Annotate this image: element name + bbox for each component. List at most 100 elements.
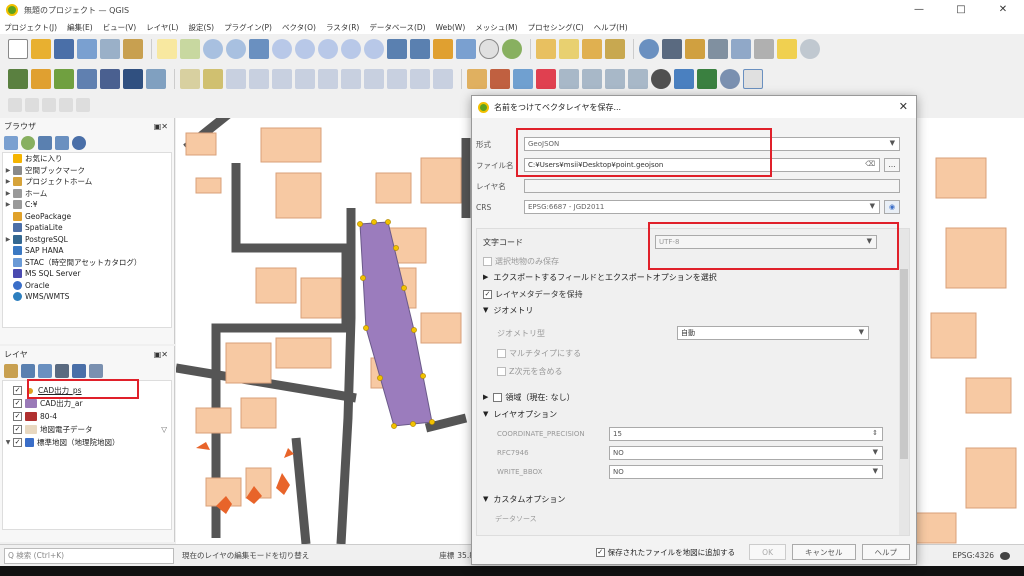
zoom-selection-icon[interactable] — [272, 39, 292, 59]
multitype-checkbox[interactable] — [497, 348, 506, 358]
move-label-icon[interactable] — [536, 69, 556, 89]
annotation-icon[interactable] — [754, 39, 774, 59]
browser-item[interactable]: Oracle — [3, 280, 171, 292]
include-z-checkbox[interactable] — [497, 366, 506, 376]
metasearch-icon[interactable] — [720, 69, 740, 89]
options-scroll-area[interactable]: 文字コード UTF-8 ▼ 選択地物のみ保存 ▶ エクスポートするフィールドとエ… — [476, 228, 910, 536]
measure-icon[interactable] — [731, 39, 751, 59]
dialog-close-button[interactable]: ✕ — [899, 100, 908, 113]
layer-item-map-data[interactable]: ✓ 地図電子データ ▽ — [3, 423, 171, 436]
select-features-icon[interactable] — [559, 39, 579, 59]
browser-item[interactable]: ▶ PostgreSQL — [3, 234, 171, 246]
options-scrollbar[interactable] — [899, 229, 909, 535]
browser-item[interactable]: ▶ 空間ブックマーク — [3, 165, 171, 177]
identify-icon[interactable] — [536, 39, 556, 59]
zoom-next-icon[interactable] — [364, 39, 384, 59]
layer-options-group[interactable]: ▼ レイヤオプション — [483, 406, 557, 422]
project-crs-button[interactable]: EPSG:4326 — [953, 551, 994, 560]
locate-icon[interactable] — [800, 39, 820, 59]
deselect-icon[interactable] — [605, 39, 625, 59]
tips-icon[interactable] — [777, 39, 797, 59]
geometry-group[interactable]: ▼ ジオメトリ — [483, 302, 533, 318]
browser-item[interactable]: WMS/WMTS — [3, 291, 171, 303]
new-spatialite-icon[interactable] — [77, 69, 97, 89]
bookmark-icon[interactable] — [433, 39, 453, 59]
menu-plugins[interactable]: プラグイン(P) — [224, 22, 272, 33]
pin-labels-icon[interactable] — [490, 69, 510, 89]
zoom-layer-icon[interactable] — [295, 39, 315, 59]
panel-float-close-icon[interactable]: ▣✕ — [154, 122, 168, 131]
change-label-icon[interactable] — [582, 69, 602, 89]
maximize-button[interactable]: □ — [940, 0, 982, 20]
diagram-icon[interactable] — [628, 69, 648, 89]
show-bookmarks-icon[interactable] — [456, 39, 476, 59]
layer-item-gsi-map[interactable]: ▼ ✓ 標準地図（地理院地図） — [3, 436, 171, 449]
zoom-full-icon[interactable] — [249, 39, 269, 59]
messages-icon[interactable] — [1000, 551, 1010, 560]
menu-project[interactable]: プロジェクト(J) — [4, 22, 57, 33]
new-virtual-layer-icon[interactable] — [123, 69, 143, 89]
new-geopackage-icon[interactable] — [31, 69, 51, 89]
browser-item[interactable]: ▶ ホーム — [3, 188, 171, 200]
zoom-last-icon[interactable] — [341, 39, 361, 59]
save-as-icon[interactable] — [77, 39, 97, 59]
menu-database[interactable]: データベース(D) — [369, 22, 425, 33]
cancel-button[interactable]: キャンセル — [792, 544, 856, 560]
crs-select[interactable]: EPSG:6687 - JGD2011 ▼ — [524, 200, 880, 214]
spin-arrows-icon[interactable]: ⇕ — [872, 429, 878, 437]
menu-settings[interactable]: 設定(S) — [188, 22, 214, 33]
new-temp-layer-icon[interactable] — [100, 69, 120, 89]
data-source-manager-icon[interactable] — [8, 69, 28, 89]
menu-web[interactable]: Web(W) — [436, 23, 466, 32]
label-tool-icon[interactable] — [467, 69, 487, 89]
new-3d-view-icon[interactable] — [410, 39, 430, 59]
help-button[interactable]: ヘルプ — [861, 544, 910, 560]
minimize-button[interactable]: — — [898, 0, 940, 20]
add-to-map-checkbox[interactable]: ✓ — [595, 547, 605, 557]
filter-legend-icon[interactable] — [55, 364, 69, 378]
keep-metadata-checkbox[interactable]: ✓ — [483, 289, 492, 299]
layer-visibility-checkbox[interactable]: ✓ — [13, 438, 22, 447]
layer-visibility-checkbox[interactable]: ✓ — [13, 412, 22, 421]
offset-curve-icon[interactable] — [25, 98, 39, 112]
cut-features-icon[interactable] — [341, 69, 361, 89]
menu-vector[interactable]: ベクタ(O) — [282, 22, 316, 33]
menu-mesh[interactable]: メッシュ(M) — [475, 22, 517, 33]
add-group-icon[interactable] — [21, 364, 35, 378]
plugin-icon[interactable] — [651, 69, 671, 89]
undo-icon[interactable] — [410, 69, 430, 89]
menu-view[interactable]: ビュー(V) — [103, 22, 136, 33]
zoom-in-icon[interactable] — [203, 39, 223, 59]
print-layout-icon[interactable] — [100, 39, 120, 59]
collapse-all-icon[interactable] — [55, 136, 69, 150]
layer-item-80-4[interactable]: ✓ 80-4 — [3, 410, 171, 423]
selected-only-checkbox[interactable] — [483, 256, 492, 266]
help-icon[interactable] — [743, 69, 763, 89]
show-labels-icon[interactable] — [513, 69, 533, 89]
custom-options-group[interactable]: ▼ カスタムオプション — [483, 491, 565, 507]
layer-visibility-checkbox[interactable]: ✓ — [13, 425, 22, 434]
merge-icon[interactable] — [76, 98, 90, 112]
browse-file-button[interactable]: … — [884, 158, 900, 172]
browser-item[interactable]: SAP HANA — [3, 245, 171, 257]
rfc7946-select[interactable]: NO ▼ — [609, 446, 883, 460]
collapse-all-icon[interactable] — [89, 364, 103, 378]
pan-icon[interactable] — [157, 39, 177, 59]
open-project-icon[interactable] — [31, 39, 51, 59]
save-edits-icon[interactable] — [226, 69, 246, 89]
ok-button[interactable]: OK — [749, 544, 786, 560]
temporal-controller-icon[interactable] — [479, 39, 499, 59]
label-properties-icon[interactable] — [605, 69, 625, 89]
write-bbox-select[interactable]: NO ▼ — [609, 465, 883, 479]
zoom-out-icon[interactable] — [226, 39, 246, 59]
menu-edit[interactable]: 編集(E) — [67, 22, 93, 33]
browser-item[interactable]: GeoPackage — [3, 211, 171, 223]
manage-map-themes-icon[interactable] — [38, 364, 52, 378]
panel-float-close-icon[interactable]: ▣✕ — [154, 350, 168, 359]
browser-item[interactable]: ▶ プロジェクトホーム — [3, 176, 171, 188]
layername-input[interactable] — [524, 179, 900, 193]
layer-visibility-checkbox[interactable]: ✓ — [13, 386, 22, 395]
paste-features-icon[interactable] — [387, 69, 407, 89]
clear-field-icon[interactable]: ⌫ — [865, 160, 875, 168]
menu-help[interactable]: ヘルプ(H) — [594, 22, 628, 33]
